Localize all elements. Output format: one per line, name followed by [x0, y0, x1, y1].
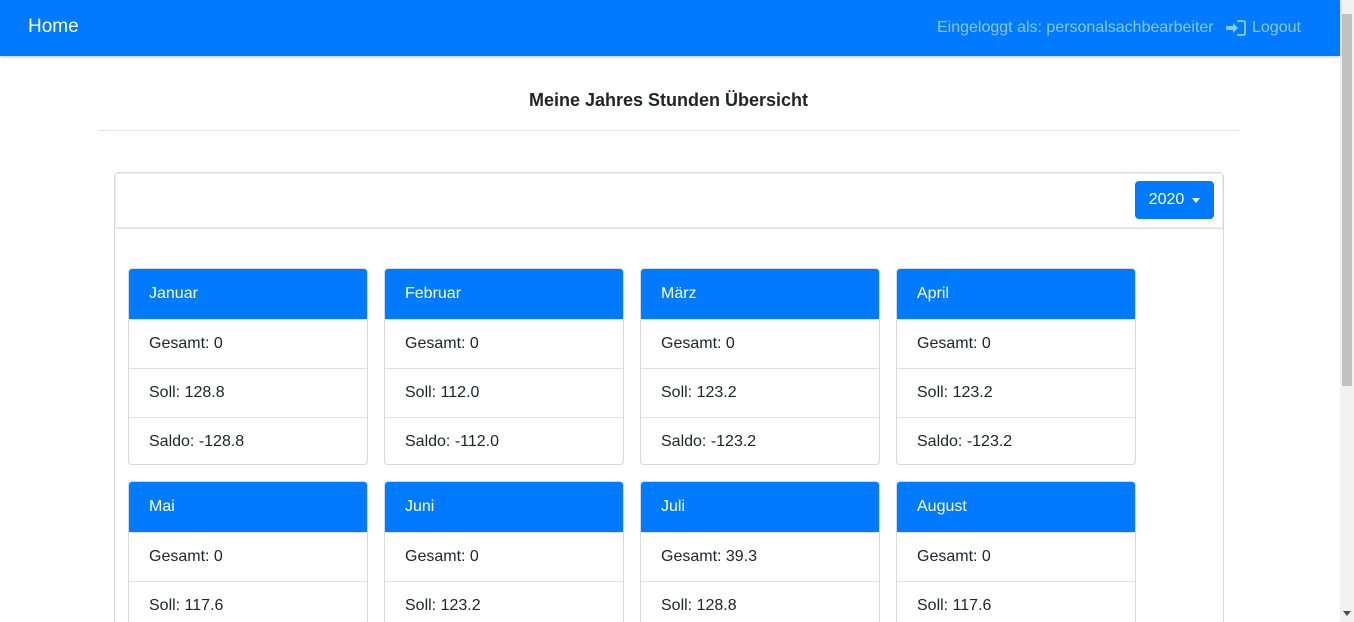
month-card-maerz: März Gesamt: 0 Soll: 123.2 Saldo: -123.2	[640, 268, 880, 465]
month-gesamt: Gesamt: 0	[129, 319, 367, 368]
year-selected-value: 2020	[1148, 191, 1185, 208]
month-card-februar: Februar Gesamt: 0 Soll: 112.0 Saldo: -11…	[384, 268, 624, 465]
logout-link[interactable]: Logout	[1225, 16, 1301, 40]
month-gesamt: Gesamt: 0	[641, 319, 879, 368]
month-soll: Soll: 123.2	[897, 368, 1135, 417]
month-header: Februar	[385, 269, 623, 319]
caret-down-icon	[1192, 198, 1201, 203]
month-header: Januar	[129, 269, 367, 319]
month-soll: Soll: 117.6	[897, 581, 1135, 622]
month-gesamt: Gesamt: 39.3	[641, 532, 879, 581]
month-gesamt: Gesamt: 0	[897, 319, 1135, 368]
logged-in-user-text: Eingeloggt als: personalsachbearbeiter	[937, 19, 1214, 36]
month-header: Mai	[129, 482, 367, 532]
month-gesamt: Gesamt: 0	[897, 532, 1135, 581]
year-dropdown-button[interactable]: 2020	[1135, 181, 1214, 219]
month-soll: Soll: 123.2	[385, 581, 623, 622]
month-saldo: Saldo: -128.8	[129, 417, 367, 464]
month-card-april: April Gesamt: 0 Soll: 123.2 Saldo: -123.…	[896, 268, 1136, 465]
month-card-juni: Juni Gesamt: 0 Soll: 123.2	[384, 481, 624, 622]
card-header: 2020	[115, 173, 1223, 229]
month-card-mai: Mai Gesamt: 0 Soll: 117.6	[128, 481, 368, 622]
month-header: Juli	[641, 482, 879, 532]
month-soll: Soll: 112.0	[385, 368, 623, 417]
month-saldo: Saldo: -123.2	[641, 417, 879, 464]
month-saldo: Saldo: -123.2	[897, 417, 1135, 464]
logout-label: Logout	[1252, 19, 1301, 36]
month-card-august: August Gesamt: 0 Soll: 117.6	[896, 481, 1136, 622]
title-divider	[98, 130, 1239, 131]
home-link[interactable]: Home	[28, 16, 79, 38]
month-soll: Soll: 128.8	[129, 368, 367, 417]
navbar: Home Eingeloggt als: personalsachbearbei…	[0, 0, 1340, 56]
page: Home Eingeloggt als: personalsachbearbei…	[0, 0, 1354, 622]
scrollbar-thumb[interactable]	[1342, 14, 1352, 386]
month-soll: Soll: 123.2	[641, 368, 879, 417]
month-soll: Soll: 117.6	[129, 581, 367, 622]
month-gesamt: Gesamt: 0	[385, 532, 623, 581]
month-saldo: Saldo: -112.0	[385, 417, 623, 464]
month-soll: Soll: 128.8	[641, 581, 879, 622]
month-header: März	[641, 269, 879, 319]
scroll-down-arrow-icon[interactable]	[1343, 611, 1351, 616]
month-gesamt: Gesamt: 0	[129, 532, 367, 581]
month-header: August	[897, 482, 1135, 532]
month-card-januar: Januar Gesamt: 0 Soll: 128.8 Saldo: -128…	[128, 268, 368, 465]
month-header: April	[897, 269, 1135, 319]
month-gesamt: Gesamt: 0	[385, 319, 623, 368]
month-card-juli: Juli Gesamt: 39.3 Soll: 128.8	[640, 481, 880, 622]
sign-out-icon	[1225, 19, 1247, 37]
page-title: Meine Jahres Stunden Übersicht	[528, 90, 809, 110]
page-scrollbar[interactable]	[1340, 0, 1354, 622]
month-header: Juni	[385, 482, 623, 532]
